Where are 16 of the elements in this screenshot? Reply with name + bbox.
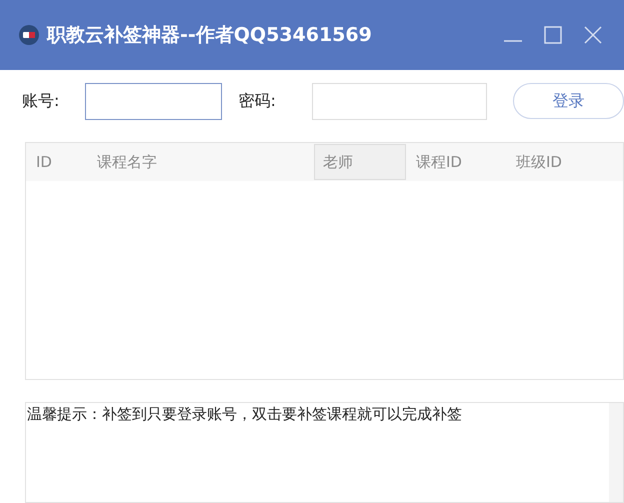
close-icon[interactable] [584, 26, 602, 44]
scrollbar[interactable] [609, 403, 623, 502]
password-field[interactable] [312, 82, 487, 120]
login-button[interactable]: 登录 [512, 83, 624, 119]
column-header[interactable]: ID [26, 144, 87, 180]
log-text: 温馨提示：补签到只要登录账号，双击要补签课程就可以完成补签 [26, 404, 463, 425]
column-header[interactable]: 课程名字 [87, 144, 314, 180]
app-logo-icon [18, 24, 40, 46]
password-label: 密码: [238, 90, 277, 112]
column-header[interactable]: 老师 [314, 144, 406, 180]
account-label: 账号: [22, 90, 60, 112]
window-title: 职教云补签神器--作者QQ53461569 [47, 22, 372, 48]
column-header[interactable]: 课程ID [406, 144, 506, 180]
account-field[interactable] [85, 82, 222, 120]
column-header[interactable]: 班级ID [506, 144, 596, 180]
maximize-icon[interactable] [544, 26, 562, 44]
